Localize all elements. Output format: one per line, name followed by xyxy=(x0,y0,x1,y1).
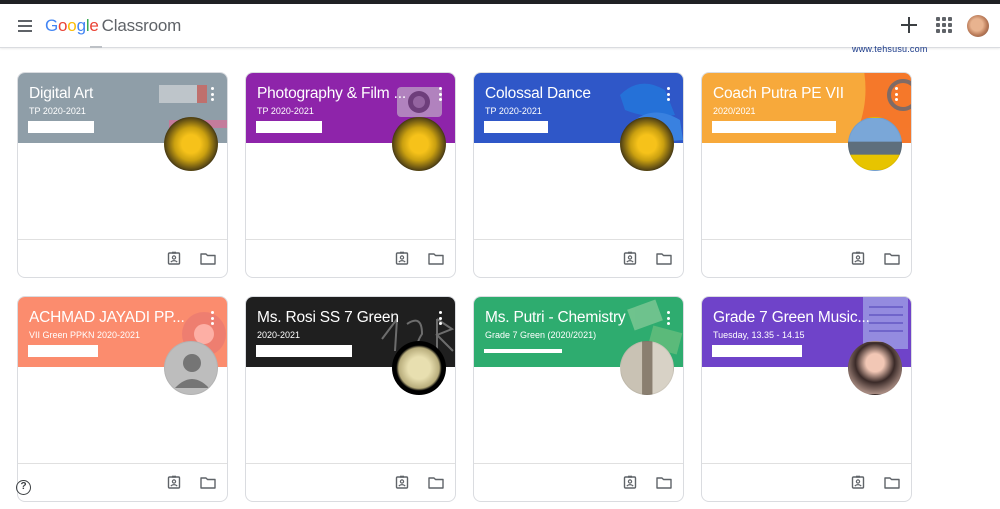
folder-icon[interactable] xyxy=(884,252,900,265)
card-divider xyxy=(474,239,683,240)
class-title[interactable]: Coach Putra PE VII xyxy=(713,85,888,103)
logo-letter: o xyxy=(67,16,77,35)
class-section: Tuesday, 13.35 - 14.15 xyxy=(713,330,805,340)
more-options-icon[interactable] xyxy=(667,311,671,325)
teacher-avatar xyxy=(392,341,446,395)
more-options-icon[interactable] xyxy=(211,311,215,325)
class-card-achmad-jayadi[interactable]: ACHMAD JAYADI PP... VII Green PPKN 2020-… xyxy=(17,296,228,502)
teacher-avatar xyxy=(620,117,674,171)
more-options-icon[interactable] xyxy=(895,87,899,101)
class-title[interactable]: Ms. Rosi SS 7 Green xyxy=(257,309,432,327)
class-card-ms-rosi[interactable]: Ms. Rosi SS 7 Green 2020-2021 xyxy=(245,296,456,502)
more-options-icon[interactable] xyxy=(439,87,443,101)
assignment-ind-icon[interactable] xyxy=(395,251,409,265)
class-title[interactable]: Digital Art xyxy=(29,85,204,103)
card-divider xyxy=(246,463,455,464)
more-options-icon[interactable] xyxy=(211,87,215,101)
class-section: 2020-2021 xyxy=(257,330,301,340)
class-section: Grade 7 Green (2020/2021) xyxy=(485,330,597,340)
class-title[interactable]: Grade 7 Green Music... xyxy=(713,309,888,327)
folder-icon[interactable] xyxy=(656,476,672,489)
redacted-text xyxy=(28,345,98,357)
class-section: 2020/2021 xyxy=(713,106,756,116)
class-title[interactable]: Photography & Film ... xyxy=(257,85,432,103)
class-section: TP 2020-2021 xyxy=(485,106,542,116)
folder-icon[interactable] xyxy=(428,252,444,265)
logo-letter: e xyxy=(89,16,99,35)
logo-letter: o xyxy=(58,16,68,35)
app-bar: Google Classroom xyxy=(0,4,1000,48)
plus-icon[interactable] xyxy=(898,14,920,36)
redacted-text xyxy=(28,121,94,133)
watermark-text: www.tehsusu.com xyxy=(852,44,928,54)
more-options-icon[interactable] xyxy=(667,87,671,101)
redacted-text xyxy=(256,121,322,133)
redacted-text xyxy=(712,121,836,133)
card-divider xyxy=(18,463,227,464)
folder-icon[interactable] xyxy=(200,252,216,265)
class-card-photography[interactable]: Photography & Film ... TP 2020-2021 xyxy=(245,72,456,278)
hamburger-icon[interactable] xyxy=(12,13,38,39)
folder-icon[interactable] xyxy=(656,252,672,265)
redacted-text xyxy=(256,345,352,357)
folder-icon[interactable] xyxy=(884,476,900,489)
class-card-digital-art[interactable]: Digital Art TP 2020-2021 xyxy=(17,72,228,278)
redacted-text xyxy=(712,345,802,357)
help-icon[interactable]: ? xyxy=(16,480,31,495)
class-card-colossal-dance[interactable]: Colossal Dance TP 2020-2021 xyxy=(473,72,684,278)
class-card-coach-putra[interactable]: Coach Putra PE VII 2020/2021 xyxy=(701,72,912,278)
card-divider xyxy=(702,239,911,240)
class-section: VII Green PPKN 2020-2021 xyxy=(29,330,141,340)
class-title[interactable]: ACHMAD JAYADI PP... xyxy=(29,309,204,327)
google-classroom-logo[interactable]: Google Classroom xyxy=(45,16,181,36)
redacted-text xyxy=(484,121,548,133)
teacher-avatar xyxy=(848,341,902,395)
assignment-ind-icon[interactable] xyxy=(623,251,637,265)
logo-letter: G xyxy=(45,16,59,35)
class-title[interactable]: Ms. Putri - Chemistry xyxy=(485,309,660,327)
class-section: TP 2020-2021 xyxy=(29,106,86,116)
default-avatar-icon xyxy=(164,341,218,395)
assignment-ind-icon[interactable] xyxy=(851,251,865,265)
assignment-ind-icon[interactable] xyxy=(623,475,637,489)
teacher-avatar xyxy=(848,117,902,171)
folder-icon[interactable] xyxy=(200,476,216,489)
card-divider xyxy=(18,239,227,240)
class-section: TP 2020-2021 xyxy=(257,106,314,116)
user-avatar[interactable] xyxy=(967,15,989,37)
assignment-ind-icon[interactable] xyxy=(851,475,865,489)
folder-icon[interactable] xyxy=(428,476,444,489)
card-divider xyxy=(474,463,683,464)
teacher-avatar xyxy=(164,117,218,171)
teacher-avatar xyxy=(620,341,674,395)
card-divider xyxy=(702,463,911,464)
assignment-ind-icon[interactable] xyxy=(167,475,181,489)
redacted-text xyxy=(484,349,562,353)
collapsed-tab-indicator xyxy=(90,46,102,48)
class-card-grade-7-music[interactable]: Grade 7 Green Music... Tuesday, 13.35 - … xyxy=(701,296,912,502)
assignment-ind-icon[interactable] xyxy=(167,251,181,265)
teacher-avatar xyxy=(392,117,446,171)
assignment-ind-icon[interactable] xyxy=(395,475,409,489)
logo-product-name: Classroom xyxy=(101,16,182,35)
apps-grid-icon[interactable] xyxy=(936,17,952,33)
logo-letter: g xyxy=(76,16,86,35)
more-options-icon[interactable] xyxy=(439,311,443,325)
class-title[interactable]: Colossal Dance xyxy=(485,85,660,103)
card-divider xyxy=(246,239,455,240)
class-card-ms-putri[interactable]: Ms. Putri - Chemistry Grade 7 Green (202… xyxy=(473,296,684,502)
